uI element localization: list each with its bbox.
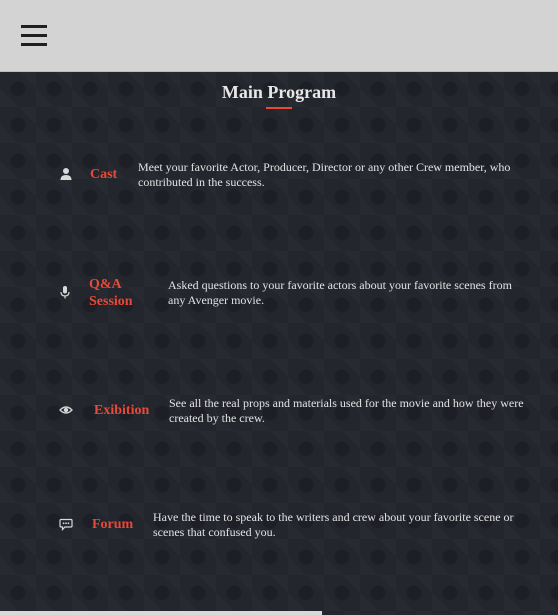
top-bar [0, 0, 558, 72]
program-description: Have the time to speak to the writers an… [153, 510, 514, 539]
list-item: Q&A Session Asked questions to your favo… [0, 275, 558, 335]
user-icon [60, 168, 72, 180]
program-label-qa: Q&A Session [89, 277, 133, 309]
title-underline [266, 107, 292, 109]
hamburger-menu-icon[interactable] [21, 25, 47, 47]
program-label-exibition: Exibition [94, 403, 150, 418]
list-item: Exibition See all the real props and mat… [0, 393, 558, 453]
program-label-forum: Forum [92, 517, 134, 532]
chat-bubble-icon [59, 518, 73, 531]
program-label-cast: Cast [90, 167, 118, 182]
page-title: Main Program [221, 82, 337, 102]
program-description: Meet your favorite Actor, Producer, Dire… [138, 160, 511, 189]
microphone-icon [60, 286, 70, 299]
program-description: See all the real props and materials use… [169, 396, 524, 425]
eye-icon [59, 406, 73, 414]
list-item: Cast Meet your favorite Actor, Producer,… [0, 155, 558, 215]
program-description: Asked questions to your favorite actors … [168, 278, 512, 307]
horizontal-scrollbar[interactable] [0, 611, 322, 615]
list-item: Forum Have the time to speak to the writ… [0, 507, 558, 567]
